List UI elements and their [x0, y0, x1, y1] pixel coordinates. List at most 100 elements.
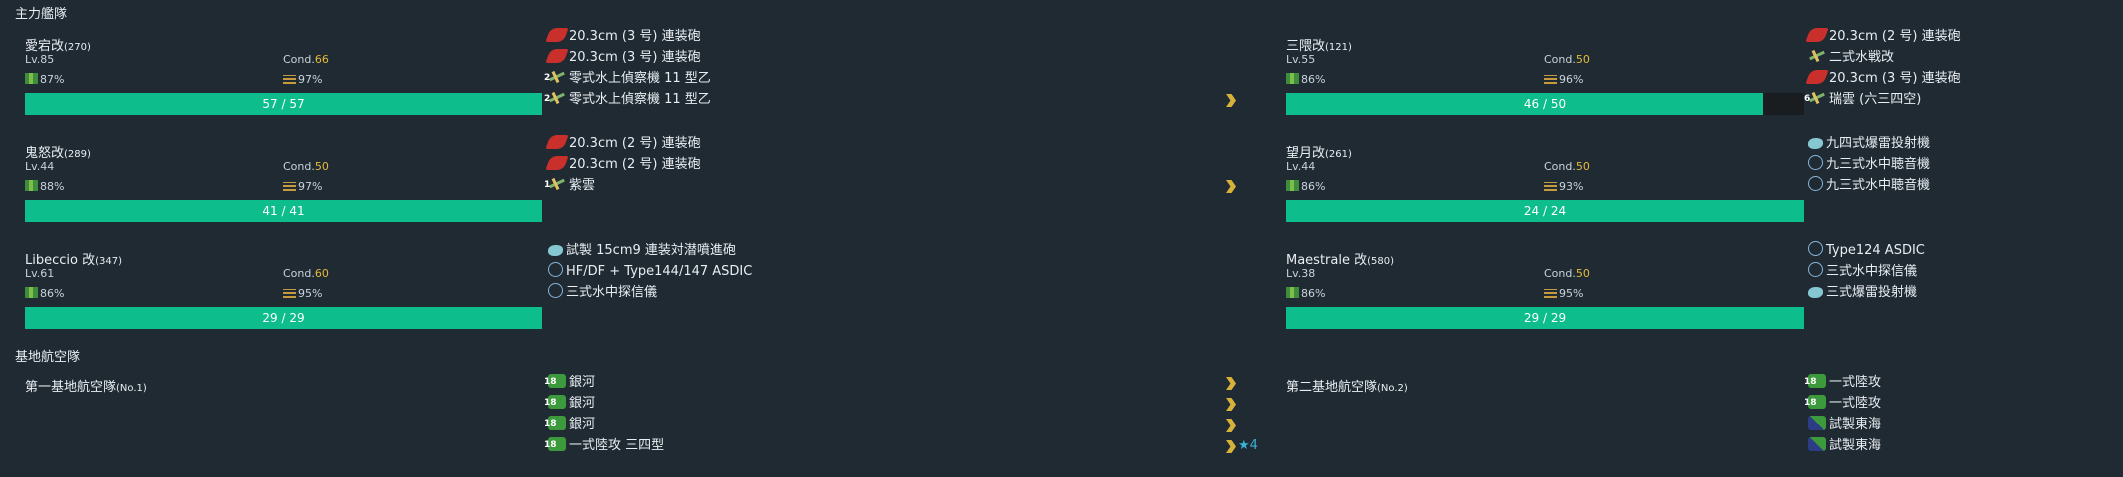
- equip-slot[interactable]: 20.3cm (2 号) 連装砲: [545, 134, 701, 154]
- depth-charge-icon: [548, 245, 563, 256]
- equip-slot[interactable]: 試製 15cm9 連装対潜噴進砲: [548, 241, 736, 261]
- fuel-value: 88%: [40, 180, 65, 193]
- equip-name: 三式爆雷投射機: [1826, 285, 1918, 300]
- ship-card[interactable]: Maestrale 改(580) Lv.38 Cond.50 86% 95% 29 / 2…: [1286, 249, 1806, 349]
- equip-slot[interactable]: 1 紫雲: [544, 176, 595, 196]
- ammo-icon: [1544, 182, 1557, 191]
- ammo-icon: [1544, 75, 1557, 84]
- equip-slot[interactable]: 20.3cm (2 号) 連装砲: [1805, 27, 1961, 47]
- proficiency-badge: 18: [544, 419, 557, 429]
- ship-level: Lv.44: [1286, 160, 1316, 173]
- equip-name: 一式陸攻: [1829, 396, 1882, 411]
- ship-number: (121): [1325, 42, 1352, 53]
- air-corps-number: (No.2): [1377, 383, 1408, 394]
- equip-slot[interactable]: 18 銀河: [544, 394, 595, 414]
- equip-name: 試製 15cm9 連装対潜噴進砲: [566, 243, 736, 258]
- sonar-icon: [548, 283, 563, 298]
- ship-card[interactable]: Libeccio 改(347) Lv.61 Cond.60 86% 95% 29 / 29: [25, 249, 545, 349]
- equip-slot[interactable]: 2 零式水上偵察機 11 型乙: [544, 90, 711, 110]
- ship-number: (270): [64, 42, 91, 53]
- equip-slot[interactable]: 20.3cm (3 号) 連装砲: [545, 27, 701, 47]
- equip-slot[interactable]: 九四式爆雷投射機: [1808, 134, 1930, 154]
- fuel-icon: [25, 180, 38, 191]
- torpedo-bomber-icon: [1808, 416, 1826, 430]
- fuel-icon: [1286, 73, 1299, 84]
- expand-chevron-icon[interactable]: [1226, 377, 1236, 390]
- fuel-status: 86%: [25, 287, 64, 300]
- proficiency-badge: 2: [544, 73, 551, 83]
- equip-slot[interactable]: HF/DF + Type144/147 ASDIC: [548, 262, 752, 282]
- ammo-status: 97%: [283, 73, 322, 86]
- proficiency-badge: 18: [544, 377, 557, 387]
- depth-charge-icon: [1808, 138, 1823, 149]
- gun-icon: [545, 49, 569, 63]
- equip-slot[interactable]: Type124 ASDIC: [1808, 241, 1925, 261]
- equip-slot[interactable]: 20.3cm (3 号) 連装砲: [1805, 69, 1961, 89]
- proficiency-badge: 2: [544, 94, 551, 104]
- equip-slot[interactable]: 18 銀河: [544, 415, 596, 435]
- bomber-icon: 18: [544, 374, 566, 388]
- equip-slot[interactable]: 九三式水中聴音機: [1808, 155, 1930, 175]
- equip-slot[interactable]: 20.3cm (2 号) 連装砲: [545, 155, 701, 175]
- expand-chevron-icon[interactable]: [1226, 94, 1236, 107]
- ship-name-text: 愛宕改: [25, 39, 65, 54]
- expand-chevron-icon[interactable]: [1226, 180, 1236, 193]
- gun-icon: [1805, 28, 1829, 42]
- proficiency-badge: 1: [544, 180, 551, 190]
- equip-slot[interactable]: 2 零式水上偵察機 11 型乙: [544, 69, 711, 89]
- hp-bar: 29 / 29: [25, 307, 542, 329]
- ship-condition: Cond.66: [283, 53, 329, 66]
- equip-name: Type124 ASDIC: [1826, 243, 1925, 258]
- fuel-status: 86%: [1286, 180, 1325, 193]
- hp-text: 24 / 24: [1523, 204, 1567, 218]
- equip-name: 銀河: [569, 417, 596, 432]
- sonar-icon: [1808, 155, 1823, 170]
- depth-charge-icon: [1808, 287, 1823, 298]
- proficiency-badge: 18: [544, 440, 557, 450]
- gun-icon: [1805, 70, 1829, 84]
- air-corps-label: 第二基地航空隊: [1286, 380, 1378, 395]
- equip-name: 一式陸攻 三四型: [569, 438, 665, 453]
- ship-card[interactable]: 望月改(261) Lv.44 Cond.50 86% 93% 24 / 24: [1286, 142, 1806, 242]
- equip-slot[interactable]: 20.3cm (3 号) 連装砲: [545, 48, 701, 68]
- equip-name: 三式水中探信儀: [1826, 264, 1918, 279]
- expand-chevron-icon[interactable]: [1226, 440, 1236, 453]
- equip-slot[interactable]: 18 一式陸攻: [1804, 373, 1882, 393]
- fuel-value: 86%: [1301, 287, 1326, 300]
- fuel-status: 87%: [25, 73, 64, 86]
- cond-label: Cond.: [283, 267, 315, 280]
- equip-slot[interactable]: 二式水戦改: [1808, 48, 1894, 68]
- equip-slot[interactable]: 三式爆雷投射機: [1808, 283, 1917, 303]
- equip-slot[interactable]: 三式水中探信儀: [548, 283, 657, 303]
- equip-slot[interactable]: 三式水中探信儀: [1808, 262, 1917, 282]
- ship-name: Libeccio 改(347): [25, 249, 122, 268]
- expand-chevron-icon[interactable]: [1226, 419, 1236, 432]
- equip-name: 試製東海: [1829, 417, 1882, 432]
- equip-slot[interactable]: 18 一式陸攻 三四型: [544, 436, 665, 456]
- proficiency-badge: 6: [1804, 94, 1811, 104]
- equip-slot[interactable]: 18 一式陸攻: [1804, 394, 1882, 414]
- hp-text: 29 / 29: [262, 311, 305, 325]
- equip-slot[interactable]: 試製東海: [1808, 436, 1881, 456]
- ship-card[interactable]: 鬼怒改(289) Lv.44 Cond.50 88% 97% 41 / 41: [25, 142, 545, 242]
- ammo-value: 93%: [1559, 180, 1584, 193]
- sonar-icon: [1808, 176, 1823, 191]
- air-corps-name: 第二基地航空隊(No.2): [1286, 376, 1408, 395]
- ammo-value: 97%: [298, 180, 323, 193]
- ship-card[interactable]: 三隈改(121) Lv.55 Cond.50 86% 96% 46 / 50: [1286, 35, 1806, 135]
- equip-name: 一式陸攻: [1829, 375, 1882, 390]
- equip-slot[interactable]: 18 銀河: [544, 373, 595, 393]
- gun-icon: [545, 135, 569, 149]
- equip-slot[interactable]: 試製東海: [1808, 415, 1881, 435]
- ship-level: Lv.38: [1286, 267, 1316, 280]
- fuel-status: 86%: [1286, 287, 1325, 300]
- ammo-status: 97%: [283, 180, 322, 193]
- equip-slot[interactable]: 6 瑞雲 (六三四空): [1804, 90, 1921, 110]
- ship-condition: Cond.50: [283, 160, 329, 173]
- expand-chevron-icon[interactable]: [1226, 398, 1236, 411]
- equip-slot[interactable]: 九三式水中聴音機: [1808, 176, 1930, 196]
- ammo-value: 97%: [298, 73, 323, 86]
- ammo-icon: [283, 289, 296, 298]
- ship-card[interactable]: 愛宕改(270) Lv.85 Cond.66 87% 97% 57 / 57: [25, 35, 545, 135]
- ship-name: 鬼怒改(289): [25, 142, 91, 161]
